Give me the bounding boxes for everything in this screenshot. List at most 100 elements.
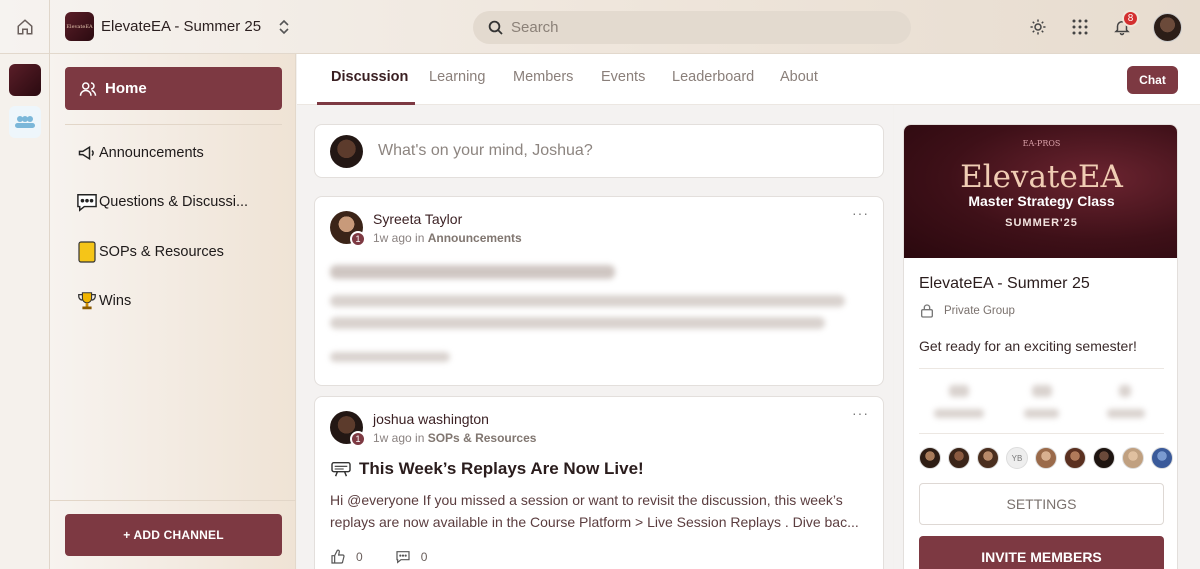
- stat-label-blurred: [1024, 409, 1059, 418]
- avatar[interactable]: [1035, 447, 1057, 469]
- sidebar-item-label: Announcements: [99, 145, 204, 161]
- tab-events[interactable]: Events: [601, 69, 645, 85]
- sidebar-item-label: Questions & Discussi...: [99, 194, 249, 210]
- group-logo: ElevateEA: [65, 12, 94, 41]
- stat-label-blurred: [1107, 409, 1145, 418]
- privacy-label: Private Group: [944, 305, 1015, 317]
- avatar[interactable]: 1: [330, 211, 366, 247]
- group-card: EA-PROS ElevateEA Master Strategy Class …: [903, 124, 1178, 569]
- discussion-feed: What's on your mind, Joshua? 1 Syreeta T…: [297, 105, 893, 569]
- users-icon: [79, 81, 97, 96]
- post-card[interactable]: 1 joshua washington 1w ago in SOPs & Res…: [314, 396, 884, 569]
- avatar[interactable]: [1093, 447, 1115, 469]
- comment-icon[interactable]: [395, 549, 411, 565]
- sidebar-item-label: Home: [105, 80, 147, 97]
- apps-grid-icon[interactable]: [1059, 6, 1101, 48]
- more-options-icon[interactable]: ···: [852, 405, 869, 421]
- member-avatars: YB: [919, 447, 1177, 469]
- avatar[interactable]: 1: [330, 411, 366, 447]
- tab-discussion[interactable]: Discussion: [331, 69, 408, 85]
- stat-label-blurred: [934, 409, 984, 418]
- banner-season: SUMMER'25: [1005, 217, 1078, 229]
- banner-subtitle: Master Strategy Class: [968, 193, 1115, 209]
- group-privacy: Private Group: [919, 303, 1015, 319]
- post-channel[interactable]: SOPs & Resources: [428, 431, 537, 445]
- search-bar[interactable]: [473, 11, 911, 44]
- home-icon[interactable]: [0, 0, 50, 54]
- speech-bubble-icon: [75, 190, 99, 214]
- tab-about[interactable]: About: [780, 69, 818, 85]
- post-author[interactable]: Syreeta Taylor: [373, 211, 522, 227]
- sidebar-item-home[interactable]: Home: [65, 67, 282, 110]
- group-banner: EA-PROS ElevateEA Master Strategy Class …: [904, 125, 1177, 258]
- lock-icon: [921, 304, 933, 318]
- post-channel[interactable]: Announcements: [428, 231, 522, 245]
- tab-bar: Discussion Learning Members Events Leade…: [297, 54, 1200, 105]
- notification-badge: 8: [1122, 10, 1139, 27]
- group-stats-blurred: [919, 368, 1164, 434]
- avatar[interactable]: [1122, 447, 1144, 469]
- post-reactions-blurred: [330, 352, 450, 362]
- like-icon[interactable]: [330, 549, 346, 565]
- divider: [50, 500, 296, 501]
- comment-count: 0: [420, 550, 428, 564]
- banner-title: ElevateEA: [960, 159, 1123, 195]
- divider: [65, 124, 282, 125]
- tab-learning[interactable]: Learning: [429, 69, 485, 85]
- tab-members[interactable]: Members: [513, 69, 573, 85]
- group-description: Get ready for an exciting semester!: [919, 338, 1137, 354]
- group-name: ElevateEA - Summer 25: [919, 275, 1090, 292]
- folder-icon: [75, 240, 99, 264]
- sidebar-item-label: SOPs & Resources: [99, 244, 224, 260]
- sidebar-item-sops-resources[interactable]: SOPs & Resources: [75, 240, 275, 264]
- tab-leaderboard[interactable]: Leaderboard: [672, 69, 754, 85]
- megaphone-icon: [75, 141, 99, 165]
- avatar[interactable]: YB: [1006, 447, 1028, 469]
- post-body: Hi @everyone If you missed a session or …: [330, 492, 859, 530]
- group-switcher[interactable]: ElevateEA ElevateEA - Summer 25: [65, 12, 295, 41]
- sidebar-item-label: Wins: [99, 293, 132, 309]
- stat-value-blurred: [1119, 385, 1131, 397]
- stat-value-blurred: [949, 385, 969, 397]
- invite-members-button[interactable]: INVITE MEMBERS: [919, 536, 1164, 569]
- avatar: [330, 134, 363, 168]
- sidebar-item-announcements[interactable]: Announcements: [75, 141, 275, 165]
- search-input[interactable]: [511, 19, 891, 36]
- sun-icon[interactable]: [1017, 6, 1059, 48]
- post-composer[interactable]: What's on your mind, Joshua?: [314, 124, 884, 178]
- post-time: 1w ago in: [373, 431, 425, 445]
- avatar[interactable]: [919, 447, 941, 469]
- post-title[interactable]: This Week’s Replays Are Now Live!: [330, 459, 644, 479]
- post-author[interactable]: joshua washington: [373, 411, 536, 427]
- group-info-panel: EA-PROS ElevateEA Master Strategy Class …: [894, 105, 1200, 569]
- group-logo-text: ElevateEA: [66, 23, 93, 30]
- community-secondary-icon[interactable]: [8, 106, 41, 138]
- group-name: ElevateEA - Summer 25: [101, 18, 262, 35]
- avatar[interactable]: [1064, 447, 1086, 469]
- channel-sidebar: Home Announcements Questions & Discussi.…: [50, 54, 296, 569]
- user-avatar[interactable]: [1153, 12, 1182, 42]
- chat-button[interactable]: Chat: [1127, 66, 1178, 94]
- search-icon: [488, 20, 503, 35]
- more-options-icon[interactable]: ···: [852, 205, 869, 221]
- top-bar: ElevateEA ElevateEA - Summer 25 8: [0, 0, 1200, 54]
- level-badge: 1: [350, 231, 366, 247]
- add-channel-button[interactable]: + ADD CHANNEL: [65, 514, 282, 556]
- post-body-blurred: [330, 317, 825, 329]
- sidebar-item-wins[interactable]: Wins: [75, 289, 275, 313]
- post-title-text: This Week’s Replays Are Now Live!: [359, 459, 644, 478]
- avatar[interactable]: [1151, 447, 1173, 469]
- community-elevateea-icon[interactable]: [8, 64, 41, 96]
- bell-icon[interactable]: 8: [1101, 6, 1143, 48]
- settings-button[interactable]: SETTINGS: [919, 483, 1164, 525]
- chevron-updown-icon: [279, 19, 289, 34]
- banner-top: EA-PROS: [1022, 139, 1061, 148]
- like-count: 0: [356, 550, 363, 564]
- sidebar-item-questions[interactable]: Questions & Discussi...: [75, 190, 275, 214]
- post-time: 1w ago in: [373, 231, 425, 245]
- post-card[interactable]: 1 Syreeta Taylor 1w ago in Announcements…: [314, 196, 884, 386]
- projector-icon: [331, 461, 351, 477]
- composer-placeholder: What's on your mind, Joshua?: [378, 142, 593, 159]
- avatar[interactable]: [948, 447, 970, 469]
- avatar[interactable]: [977, 447, 999, 469]
